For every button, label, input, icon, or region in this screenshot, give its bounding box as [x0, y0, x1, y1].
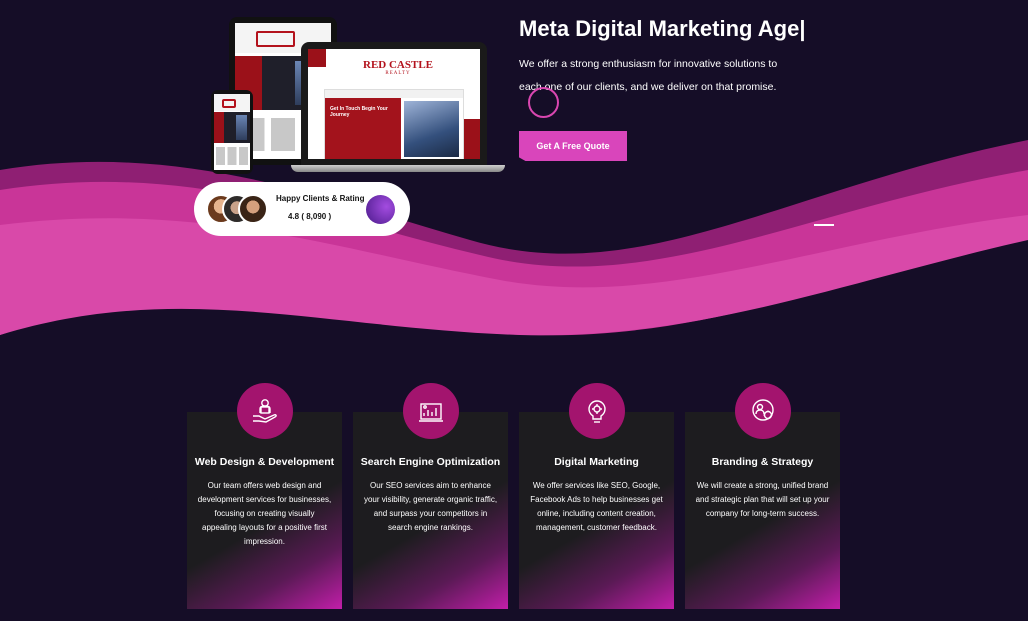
service-card-digital-marketing[interactable]: Digital Marketing We offer services like…: [519, 412, 674, 609]
service-description: Our SEO services aim to enhance your vis…: [363, 481, 498, 532]
strategy-people-icon: [735, 383, 791, 439]
service-card-web-design[interactable]: Web Design & Development Our team offers…: [187, 412, 342, 609]
client-avatar: [238, 194, 268, 224]
cursor-ring-icon: [528, 87, 559, 118]
lightbulb-gear-icon: [569, 383, 625, 439]
hero-title: Meta Digital Marketing Age|: [519, 16, 806, 41]
seo-chart-icon: [403, 383, 459, 439]
mockup-brand-tagline: REALTY: [385, 71, 411, 76]
service-title: Digital Marketing: [554, 456, 639, 468]
phone-mockup: [211, 90, 253, 174]
mockup-hero-text: Get In Touch Begin Your Journey: [330, 106, 388, 118]
service-title: Branding & Strategy: [711, 456, 814, 468]
service-card-seo[interactable]: Search Engine Optimization Our SEO servi…: [353, 412, 508, 609]
rating-play-dot[interactable]: [366, 195, 395, 224]
get-free-quote-button[interactable]: Get A Free Quote: [519, 131, 627, 161]
service-description: We offer services like SEO, Google, Face…: [530, 481, 663, 532]
rating-value: 4.8 ( 8,090 ): [288, 212, 332, 221]
hero-wave-background: [0, 140, 1028, 336]
rating-title: Happy Clients & Rating: [276, 194, 365, 203]
designer-hand-icon: [237, 383, 293, 439]
service-title: Search Engine Optimization: [360, 456, 501, 468]
responsive-devices-mockup: RED CASTLE REALTY Get In Touch Begin You…: [205, 15, 510, 180]
happy-clients-rating-card: Happy Clients & Rating 4.8 ( 8,090 ): [194, 182, 410, 236]
service-title: Web Design & Development: [194, 456, 335, 468]
service-description: Our team offers web design and developme…: [197, 481, 332, 546]
hero-description: We offer a strong enthusiasm for innovat…: [519, 58, 778, 93]
service-card-branding[interactable]: Branding & Strategy We will create a str…: [685, 412, 840, 609]
slider-indicator[interactable]: [814, 224, 834, 226]
laptop-mockup: RED CASTLE REALTY Get In Touch Begin You…: [301, 42, 487, 166]
laptop-base: [291, 165, 505, 172]
service-description: We will create a strong, unified brand a…: [695, 481, 830, 518]
